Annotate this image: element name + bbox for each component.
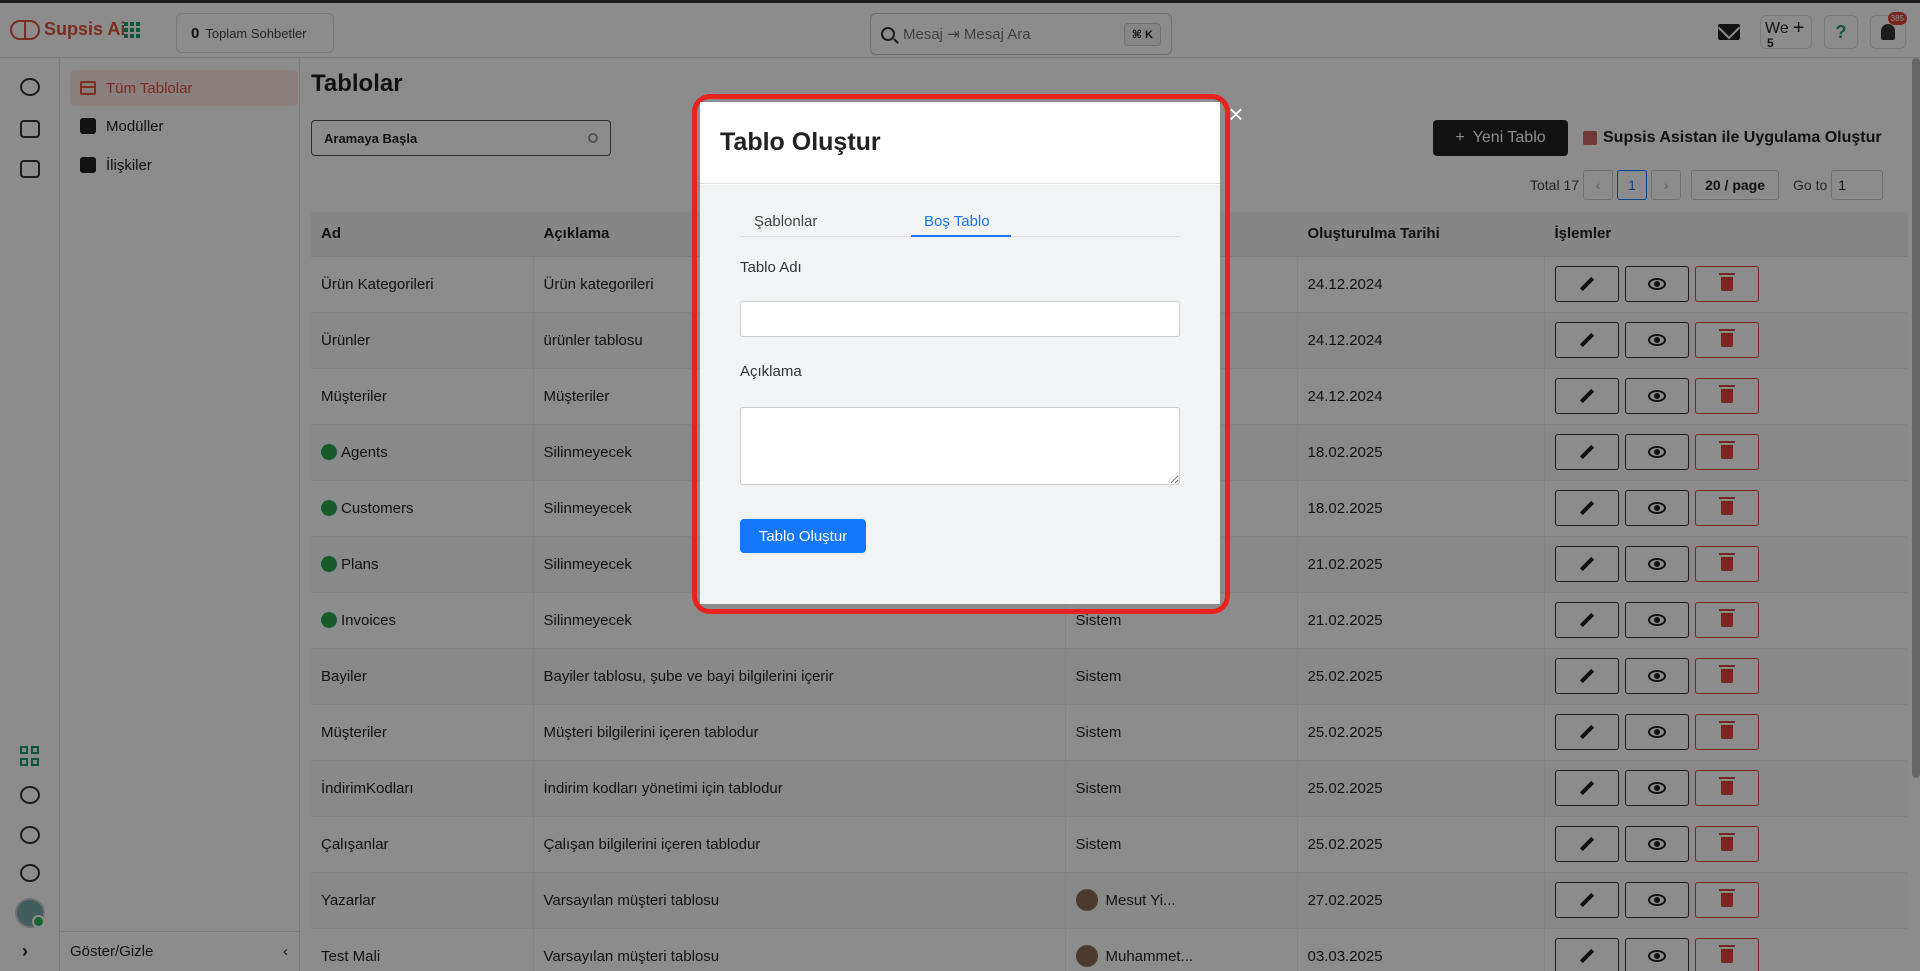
create-table-modal: Tablo Oluştur Şablonlar Boş Tablo Tablo … (700, 102, 1220, 604)
description-field[interactable] (740, 407, 1180, 485)
modal-body: Şablonlar Boş Tablo Tablo Adı Açıklama T… (700, 185, 1220, 604)
table-name-label: Tablo Adı (740, 259, 802, 276)
tab-templates[interactable]: Şablonlar (754, 213, 817, 230)
create-table-button[interactable]: Tablo Oluştur (740, 519, 866, 553)
table-name-field[interactable] (740, 301, 1180, 337)
modal-tabs: Şablonlar Boş Tablo (740, 207, 1180, 237)
description-label: Açıklama (740, 363, 802, 380)
close-icon[interactable]: × (1226, 101, 1246, 127)
active-tab-indicator (911, 235, 1011, 237)
modal-title: Tablo Oluştur (700, 102, 1220, 184)
tab-blank-table[interactable]: Boş Tablo (924, 213, 990, 230)
